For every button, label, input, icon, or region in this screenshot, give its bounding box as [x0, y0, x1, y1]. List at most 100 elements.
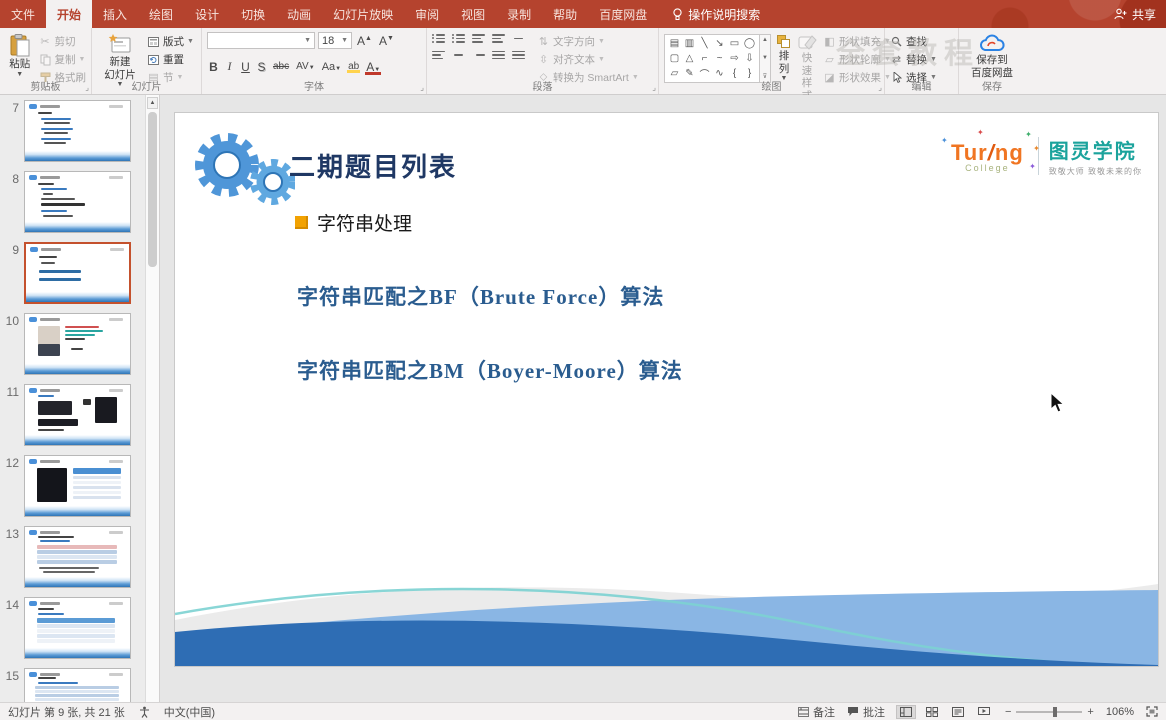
ribbon-group-slides: 新建 幻灯片 ▼ 版式 ▼ 重置 ▤ 节 ▼ 幻灯片: [92, 28, 202, 94]
drawing-dialog-launcher[interactable]: ⌟: [878, 84, 882, 92]
bold-button[interactable]: B: [207, 60, 220, 74]
layout-button[interactable]: 版式 ▼: [147, 34, 194, 49]
shape-outline-button[interactable]: ▱ 形状轮廓 ▼: [823, 52, 891, 67]
shape-text-box-icon[interactable]: ▤: [667, 36, 682, 51]
align-center-icon[interactable]: [452, 51, 465, 60]
tab-baidu-netdisk[interactable]: 百度网盘: [588, 0, 658, 28]
current-slide[interactable]: 二期题目列表 ✦ ✦ ✦ ✦ ✦ Tur/ng College 图灵学院 致敬大…: [175, 113, 1158, 666]
slide-sorter-view-button[interactable]: [923, 706, 941, 718]
zoom-slider-thumb[interactable]: [1053, 706, 1058, 717]
text-direction-button[interactable]: ⇅ 文字方向 ▼: [537, 34, 639, 49]
grow-font-button[interactable]: A▲: [355, 34, 374, 48]
slide-thumbnail-14[interactable]: [24, 597, 131, 659]
shape-line-arrow-icon[interactable]: ↘: [712, 36, 727, 51]
tab-animations[interactable]: 动画: [276, 0, 322, 28]
slide-thumbnail-13[interactable]: [24, 526, 131, 588]
align-right-icon[interactable]: [472, 51, 485, 60]
shape-picture-icon[interactable]: ▥: [682, 36, 697, 51]
shape-arrow-right-icon[interactable]: ⇨: [727, 51, 742, 66]
scrollbar-thumb[interactable]: [148, 112, 157, 267]
change-case-button[interactable]: Aa▼: [320, 61, 343, 73]
align-text-button[interactable]: ⇳ 对齐文本 ▼: [537, 52, 639, 67]
tab-help[interactable]: 帮助: [542, 0, 588, 28]
highlight-color-button[interactable]: ab: [346, 61, 361, 73]
shape-elbow-connector-icon[interactable]: ⌐: [697, 51, 712, 66]
slide-thumbnail-12[interactable]: [24, 455, 131, 517]
share-button[interactable]: 共享: [1114, 0, 1156, 28]
slide-thumbnail-9-selected[interactable]: [24, 242, 131, 304]
reset-button[interactable]: 重置: [147, 52, 194, 67]
slide-thumbnail-10[interactable]: [24, 313, 131, 375]
notes-toggle[interactable]: 备注: [797, 704, 835, 720]
slide-number-label: 12: [5, 456, 19, 470]
tab-view[interactable]: 视图: [450, 0, 496, 28]
shape-rounded-rectangle-icon[interactable]: ▢: [667, 51, 682, 66]
paragraph-dialog-launcher[interactable]: ⌟: [652, 84, 656, 92]
decrease-indent-icon[interactable]: [472, 34, 485, 43]
align-left-icon[interactable]: [432, 50, 445, 59]
columns-icon[interactable]: [512, 50, 525, 59]
slideshow-view-button[interactable]: [975, 706, 993, 718]
replace-button[interactable]: ⇄ 替换 ▼: [890, 52, 937, 67]
character-spacing-button[interactable]: AV▼: [294, 61, 317, 72]
tab-design[interactable]: 设计: [184, 0, 230, 28]
tab-draw[interactable]: 绘图: [138, 0, 184, 28]
zoom-control: − +: [1005, 706, 1094, 718]
copy-button[interactable]: 复制 ▼: [39, 52, 87, 67]
scroll-up-button[interactable]: ▲: [147, 97, 158, 109]
font-color-button[interactable]: A ▼: [364, 60, 382, 75]
arrange-button[interactable]: 排列 ▼: [775, 32, 793, 84]
italic-button[interactable]: I: [223, 59, 236, 74]
font-size-combo[interactable]: 18 ▼: [318, 32, 352, 49]
shape-fill-button[interactable]: ◧ 形状填充 ▼: [823, 34, 891, 49]
shrink-font-button[interactable]: A▼: [377, 34, 396, 48]
tab-insert[interactable]: 插入: [92, 0, 138, 28]
numbering-icon[interactable]: [452, 33, 465, 43]
reading-view-button[interactable]: [949, 706, 967, 718]
tab-slide-show[interactable]: 幻灯片放映: [322, 0, 404, 28]
increase-indent-icon[interactable]: [492, 34, 505, 43]
shape-rectangle-icon[interactable]: ▭: [727, 36, 742, 51]
zoom-level[interactable]: 106%: [1106, 706, 1134, 718]
justify-icon[interactable]: [492, 50, 505, 59]
zoom-slider[interactable]: [1016, 706, 1083, 717]
bullets-icon[interactable]: [432, 33, 445, 43]
shape-curved-connector-icon[interactable]: ~: [712, 51, 727, 66]
slide-thumbnail-15[interactable]: [24, 668, 131, 702]
shapes-gallery-scrollbar[interactable]: ▲ ▼ ⊽: [760, 34, 771, 83]
shape-arrow-down-icon[interactable]: ⇩: [742, 51, 757, 66]
tell-me-search[interactable]: 操作说明搜索: [672, 0, 760, 28]
text-shadow-button[interactable]: S: [255, 60, 268, 74]
tab-transitions[interactable]: 切换: [230, 0, 276, 28]
tab-home[interactable]: 开始: [46, 0, 93, 28]
strikethrough-button[interactable]: abc: [271, 61, 291, 72]
save-to-baidu-button[interactable]: 保存到 百度网盘: [964, 32, 1020, 79]
comments-toggle[interactable]: 批注: [847, 704, 885, 720]
thumbnail-scrollbar[interactable]: ▲: [145, 95, 159, 702]
language-indicator[interactable]: 中文(中国): [164, 704, 215, 720]
font-name-combo[interactable]: ▼: [207, 32, 315, 49]
slide-thumbnail-11[interactable]: [24, 384, 131, 446]
tab-record[interactable]: 录制: [496, 0, 542, 28]
tab-file[interactable]: 文件: [0, 0, 46, 28]
shape-triangle-icon[interactable]: △: [682, 51, 697, 66]
normal-view-button[interactable]: [895, 704, 916, 719]
font-dialog-launcher[interactable]: ⌟: [420, 84, 424, 92]
underline-button[interactable]: U: [239, 60, 252, 74]
slide-thumbnail-8[interactable]: [24, 171, 131, 233]
shape-line-icon[interactable]: ╲: [697, 36, 712, 51]
slide-thumbnail-7[interactable]: [24, 100, 131, 162]
zoom-in-button[interactable]: +: [1087, 706, 1093, 718]
find-button[interactable]: 查找: [890, 34, 937, 49]
tab-review[interactable]: 审阅: [404, 0, 450, 28]
fit-slide-to-window-icon[interactable]: [1146, 706, 1158, 717]
paste-button[interactable]: 粘贴 ▼: [5, 32, 35, 79]
line-spacing-icon[interactable]: [512, 34, 525, 43]
clipboard-dialog-launcher[interactable]: ⌟: [85, 84, 89, 92]
ribbon-tabs: 文件 开始 插入 绘图 设计 切换 动画 幻灯片放映 审阅 视图 录制 帮助 百度网盘: [0, 0, 658, 28]
zoom-out-button[interactable]: −: [1005, 706, 1011, 718]
accessibility-icon[interactable]: [139, 706, 150, 718]
shape-oval-icon[interactable]: ◯: [742, 36, 757, 51]
slide-number-indicator[interactable]: 幻灯片 第 9 张, 共 21 张: [8, 704, 125, 720]
cut-button[interactable]: ✂ 剪切: [39, 34, 87, 49]
